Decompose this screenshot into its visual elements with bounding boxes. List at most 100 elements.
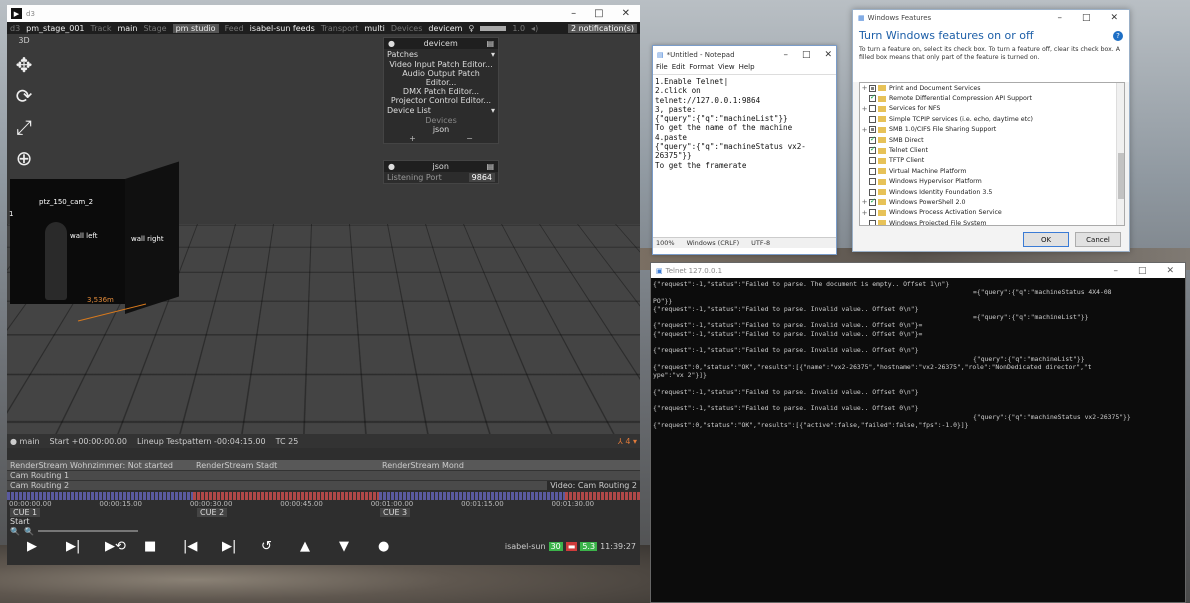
help-icon[interactable]: ? bbox=[1113, 30, 1123, 41]
maximize-icon[interactable]: □ bbox=[1138, 266, 1147, 276]
feature-checkbox[interactable] bbox=[869, 157, 876, 165]
cue-marker[interactable]: CUE 1 bbox=[10, 508, 41, 517]
zoom-icon[interactable]: 🔍 bbox=[10, 527, 20, 536]
close-icon[interactable]: ✕ bbox=[1110, 13, 1118, 23]
feature-checkbox[interactable] bbox=[869, 84, 876, 92]
section-segment[interactable] bbox=[379, 492, 565, 500]
remove-device-button[interactable]: − bbox=[466, 134, 473, 143]
close-icon[interactable]: ✕ bbox=[622, 8, 630, 19]
volume-icon[interactable]: ♀ bbox=[468, 24, 474, 33]
patches-header[interactable]: Patches ▾ bbox=[384, 49, 498, 60]
renderstream-layer[interactable]: RenderStream Mond bbox=[379, 461, 464, 470]
play-to-end-icon[interactable]: ▶| bbox=[66, 539, 105, 554]
cue-marker[interactable]: CUE 2 bbox=[197, 508, 228, 517]
move-icon[interactable]: ✥ bbox=[16, 54, 33, 76]
feature-checkbox[interactable] bbox=[869, 167, 876, 175]
play-icon[interactable]: ▶ bbox=[27, 539, 66, 554]
cancel-button[interactable]: Cancel bbox=[1075, 232, 1121, 247]
minimize-icon[interactable]: – bbox=[783, 50, 788, 60]
menubar-value[interactable]: devicem bbox=[428, 24, 462, 33]
rotate-icon[interactable]: ⟳ bbox=[16, 85, 33, 107]
add-device-button[interactable]: + bbox=[409, 134, 416, 143]
menubar-value[interactable]: multi bbox=[364, 24, 384, 33]
menubar-value[interactable]: pm studio bbox=[172, 23, 219, 33]
section-segment[interactable] bbox=[7, 492, 193, 500]
down-icon[interactable]: ▼ bbox=[339, 539, 378, 554]
cam-routing-2-layer[interactable]: Cam Routing 2 bbox=[7, 481, 69, 490]
feature-checkbox[interactable] bbox=[869, 105, 876, 113]
menubar-value[interactable]: main bbox=[117, 24, 137, 33]
prev-section-icon[interactable]: |◀ bbox=[183, 539, 222, 554]
feature-item[interactable]: Windows Projected File System bbox=[860, 218, 1124, 225]
feature-checkbox[interactable] bbox=[869, 188, 876, 196]
expand-icon[interactable]: + bbox=[860, 105, 869, 113]
expand-icon[interactable]: + bbox=[860, 84, 869, 92]
feature-checkbox[interactable] bbox=[869, 145, 876, 155]
feature-checkbox[interactable] bbox=[869, 178, 876, 186]
notepad-menu-format[interactable]: Format bbox=[689, 63, 714, 74]
return-icon[interactable]: ↺ bbox=[261, 539, 300, 554]
close-icon[interactable]: ✕ bbox=[1166, 266, 1174, 276]
notifications-button[interactable]: 2 notification(s) bbox=[567, 23, 637, 33]
feature-item[interactable]: + Services for NFS bbox=[860, 104, 1124, 114]
patch-editor-item[interactable]: Projector Control Editor... bbox=[384, 96, 498, 105]
panel-pin-icon[interactable]: ● bbox=[388, 39, 395, 48]
feature-item[interactable]: TFTP Client bbox=[860, 156, 1124, 166]
device-item-json[interactable]: json bbox=[384, 125, 498, 134]
feature-checkbox[interactable] bbox=[869, 219, 876, 225]
features-scrollbar[interactable] bbox=[1116, 83, 1124, 225]
feature-checkbox[interactable] bbox=[869, 209, 876, 217]
close-icon[interactable]: ✕ bbox=[824, 50, 832, 60]
telnet-console[interactable]: {"request":-1,"status":"Failed to parse.… bbox=[651, 278, 1185, 602]
renderstream-layer[interactable]: RenderStream Stadt bbox=[193, 461, 379, 470]
feature-item[interactable]: Simple TCPIP services (i.e. echo, daytim… bbox=[860, 114, 1124, 124]
feature-item[interactable]: Virtual Machine Platform bbox=[860, 166, 1124, 176]
ok-button[interactable]: OK bbox=[1023, 232, 1069, 247]
feature-checkbox[interactable] bbox=[869, 93, 876, 103]
notepad-menu-edit[interactable]: Edit bbox=[672, 63, 686, 74]
maximize-icon[interactable]: □ bbox=[1082, 13, 1091, 23]
up-icon[interactable]: ▲ bbox=[300, 539, 339, 554]
loop-section-icon[interactable]: ▶⟲ bbox=[105, 539, 144, 554]
patch-editor-item[interactable]: Audio Output Patch Editor... bbox=[384, 69, 498, 87]
minimize-icon[interactable]: – bbox=[1057, 13, 1062, 23]
cam-routing-1-layer[interactable]: Cam Routing 1 bbox=[7, 471, 69, 480]
volume-meter[interactable] bbox=[480, 25, 507, 31]
zoom-out-icon[interactable]: 🔍 bbox=[24, 527, 34, 536]
listening-port-field[interactable]: 9864 bbox=[468, 173, 495, 182]
scrollbar-thumb[interactable] bbox=[1118, 153, 1124, 199]
minimize-icon[interactable]: – bbox=[1113, 266, 1118, 276]
expand-icon[interactable]: + bbox=[860, 198, 869, 206]
feature-item[interactable]: + Windows PowerShell 2.0 bbox=[860, 197, 1124, 207]
patch-editor-item[interactable]: DMX Patch Editor... bbox=[384, 87, 498, 96]
next-section-icon[interactable]: ▶| bbox=[222, 539, 261, 554]
globe-icon[interactable]: ⊕ bbox=[16, 147, 33, 169]
3d-viewport[interactable]: ptz_150_cam_2 wall left wall right 1 3,5… bbox=[7, 34, 640, 434]
feature-checkbox[interactable] bbox=[869, 135, 876, 144]
speaker-icon[interactable]: ◂) bbox=[531, 24, 538, 33]
section-segment[interactable] bbox=[193, 492, 379, 500]
feature-checkbox[interactable] bbox=[869, 115, 876, 123]
expand-icon[interactable]: + bbox=[860, 126, 869, 134]
section-band[interactable] bbox=[7, 492, 640, 500]
feature-item[interactable]: + SMB 1.0/CIFS File Sharing Support bbox=[860, 125, 1124, 135]
minimize-icon[interactable]: – bbox=[571, 8, 576, 19]
maximize-icon[interactable]: □ bbox=[594, 8, 603, 19]
zoom-slider[interactable] bbox=[37, 530, 138, 532]
expand-icon[interactable]: + bbox=[860, 209, 869, 217]
track-name[interactable]: ● main bbox=[10, 437, 40, 446]
menubar-value[interactable]: isabel-sun feeds bbox=[250, 24, 315, 33]
patch-editor-item[interactable]: Video Input Patch Editor... bbox=[384, 60, 498, 69]
feature-checkbox[interactable] bbox=[869, 197, 876, 206]
section-segment[interactable] bbox=[565, 492, 640, 500]
maximize-icon[interactable]: □ bbox=[802, 50, 811, 60]
feature-checkbox[interactable] bbox=[869, 126, 876, 134]
feature-item[interactable]: + Windows Process Activation Service bbox=[860, 208, 1124, 218]
stop-icon[interactable]: ■ bbox=[144, 539, 183, 554]
panel-menu-icon[interactable]: ▤ bbox=[486, 162, 494, 171]
person-model[interactable] bbox=[45, 222, 67, 300]
panel-pin-icon[interactable]: ● bbox=[388, 162, 395, 171]
menubar-value[interactable]: pm_stage_001 bbox=[26, 24, 84, 33]
feature-item[interactable]: + Print and Document Services bbox=[860, 83, 1124, 93]
timecode-ruler[interactable]: 00:00:00.00 00:00:15.00 00:00:30.00 00:00:4… bbox=[7, 500, 640, 508]
